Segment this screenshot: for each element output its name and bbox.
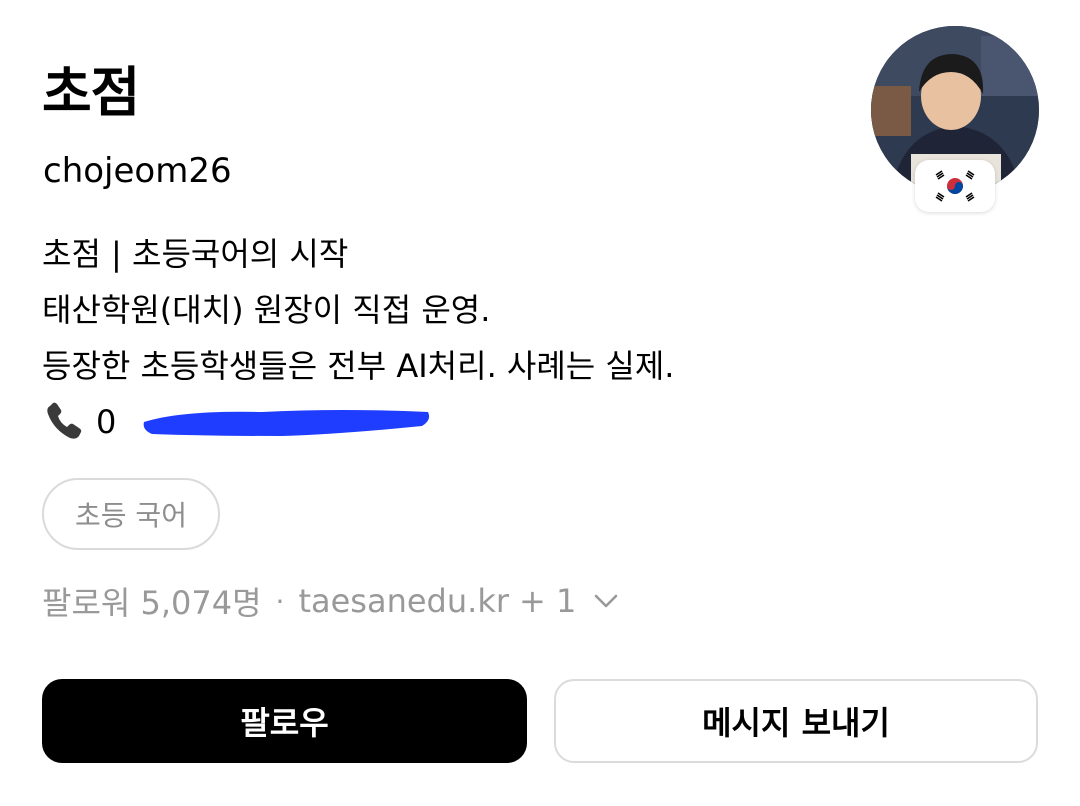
followers-count[interactable]: 팔로워 5,074명 (42, 578, 262, 624)
phone-icon (47, 402, 82, 439)
profile-meta-row: 팔로워 5,074명 · taesanedu.kr + 1 (42, 576, 620, 626)
send-message-button[interactable]: 메시지 보내기 (554, 679, 1038, 763)
flag-badge[interactable] (915, 160, 995, 212)
profile-page: 초점 chojeom26 초점 | 초등국어의 시작 태산학원(대치) 원장이 … (0, 0, 1080, 806)
category-tag[interactable]: 초등 국어 (42, 478, 220, 550)
bio-line: 등장한 초등학생들은 전부 AI처리. 사례는 실제. (42, 347, 675, 385)
bio-phone-line: 0 (42, 394, 674, 450)
south-korea-flag-icon (932, 170, 978, 202)
profile-bio: 초점 | 초등국어의 시작 태산학원(대치) 원장이 직접 운영. 등장한 초등… (42, 226, 674, 450)
profile-link[interactable]: taesanedu.kr (298, 582, 509, 620)
follow-button[interactable]: 팔로우 (42, 679, 527, 763)
meta-separator: · (275, 584, 285, 618)
phone-redaction (143, 410, 430, 436)
extra-links-count[interactable]: + 1 (519, 582, 576, 620)
profile-display-name: 초점 (42, 61, 140, 124)
avatar-container[interactable] (871, 26, 1039, 212)
phone-number[interactable]: 0 (96, 394, 116, 450)
chevron-down-icon[interactable] (592, 587, 620, 615)
bio-line: 초점 | 초등국어의 시작 (42, 235, 349, 273)
profile-username: chojeom26 (43, 151, 232, 191)
bio-line: 태산학원(대치) 원장이 직접 운영. (42, 291, 491, 329)
